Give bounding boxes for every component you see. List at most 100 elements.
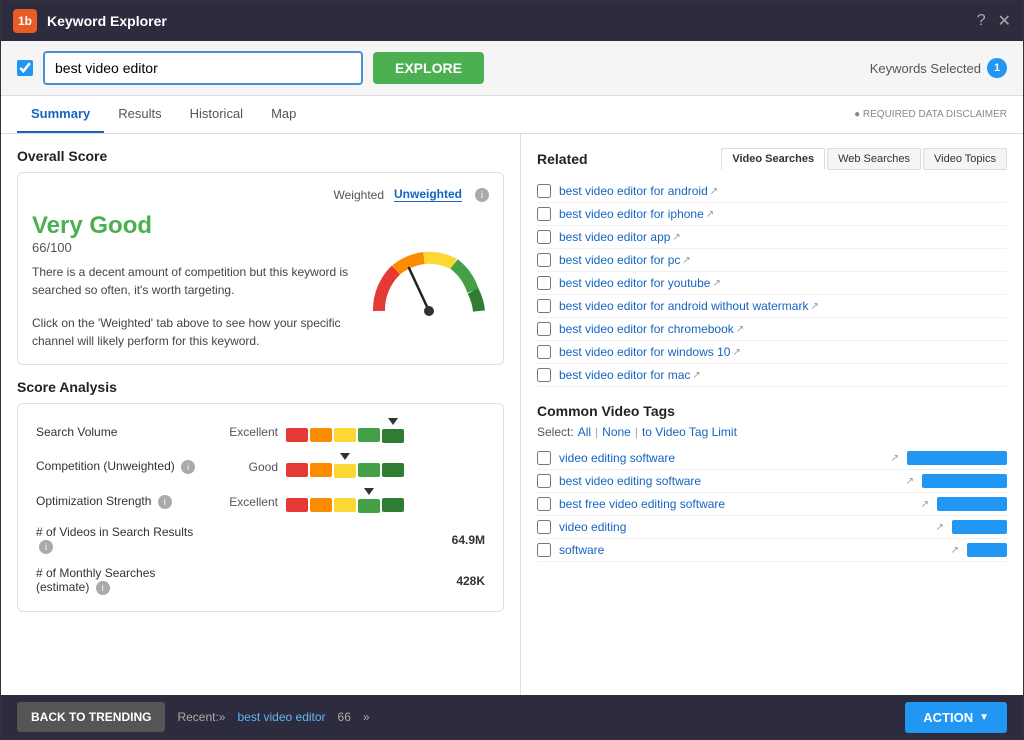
tag-checkbox-1[interactable] (537, 474, 551, 488)
videos-info-icon[interactable]: i (39, 540, 53, 554)
search-bar: EXPLORE Keywords Selected 1 (1, 41, 1023, 96)
recent-arrow: » (363, 710, 370, 724)
list-item: best video editing software ↗ (537, 470, 1007, 493)
related-item-checkbox-4[interactable] (537, 276, 551, 290)
list-item: best video editor for mac ↗ (537, 364, 1007, 387)
list-item: software ↗ (537, 539, 1007, 562)
list-item: video editing software ↗ (537, 447, 1007, 470)
back-to-trending-button[interactable]: BACK TO TRENDING (17, 702, 165, 732)
app-title: Keyword Explorer (47, 13, 977, 29)
main-window: 1b Keyword Explorer ? ✕ EXPLORE Keywords… (0, 0, 1024, 740)
related-item-link-2[interactable]: best video editor app (559, 230, 670, 244)
monthly-stat: 428K (282, 560, 489, 601)
related-item-link-7[interactable]: best video editor for windows 10 (559, 345, 730, 359)
list-item: best video editor for pc ↗ (537, 249, 1007, 272)
search-volume-rating: Excellent (212, 414, 282, 449)
related-item-link-8[interactable]: best video editor for mac (559, 368, 690, 382)
related-header: Related Video Searches Web Searches Vide… (537, 148, 1007, 170)
tag-link-2[interactable]: best free video editing software (559, 497, 919, 511)
tag-link-4[interactable]: software (559, 543, 949, 557)
external-icon: ↗ (921, 499, 929, 510)
related-title: Related (537, 151, 588, 167)
videos-stat: 64.9M (282, 519, 489, 560)
title-bar-actions: ? ✕ (977, 11, 1011, 31)
related-item-checkbox-6[interactable] (537, 322, 551, 336)
action-button[interactable]: ACTION ▼ (905, 702, 1007, 733)
external-icon: ↗ (951, 545, 959, 556)
optimization-info-icon[interactable]: i (158, 495, 172, 509)
score-num: 66/100 (32, 240, 349, 255)
related-item-link-4[interactable]: best video editor for youtube (559, 276, 710, 290)
tag-checkbox-3[interactable] (537, 520, 551, 534)
explore-button[interactable]: EXPLORE (373, 52, 484, 84)
related-item-link-3[interactable]: best video editor for pc (559, 253, 680, 267)
related-item-checkbox-7[interactable] (537, 345, 551, 359)
related-tab-video-topics[interactable]: Video Topics (923, 148, 1007, 170)
related-item-checkbox-5[interactable] (537, 299, 551, 313)
related-tab-web-searches[interactable]: Web Searches (827, 148, 921, 170)
action-arrow-icon: ▼ (979, 712, 989, 723)
competition-bar (282, 449, 489, 484)
related-item-link-1[interactable]: best video editor for iphone (559, 207, 704, 221)
tab-map[interactable]: Map (257, 96, 310, 133)
keywords-count-badge: 1 (987, 58, 1007, 78)
tab-results[interactable]: Results (104, 96, 175, 133)
tag-checkbox-2[interactable] (537, 497, 551, 511)
table-row: Competition (Unweighted) i Good (32, 449, 489, 484)
related-item-link-5[interactable]: best video editor for android without wa… (559, 299, 808, 313)
related-item-checkbox-2[interactable] (537, 230, 551, 244)
related-item-link-0[interactable]: best video editor for android (559, 184, 708, 198)
related-item-checkbox-3[interactable] (537, 253, 551, 267)
help-button[interactable]: ? (977, 11, 986, 31)
tags-select-all[interactable]: All (578, 425, 591, 439)
tag-checkbox-0[interactable] (537, 451, 551, 465)
tags-select-limit[interactable]: to Video Tag Limit (642, 425, 737, 439)
related-item-checkbox-0[interactable] (537, 184, 551, 198)
recent-keyword[interactable]: best video editor (237, 710, 325, 724)
competition-info-icon[interactable]: i (181, 460, 195, 474)
external-icon: ↗ (712, 278, 720, 289)
tags-select-row: Select: All | None | to Video Tag Limit (537, 425, 1007, 439)
related-item-link-6[interactable]: best video editor for chromebook (559, 322, 734, 336)
tags-select-none[interactable]: None (602, 425, 631, 439)
search-checkbox[interactable] (17, 60, 33, 76)
search-input[interactable] (43, 51, 363, 85)
list-item: best video editor for chromebook ↗ (537, 318, 1007, 341)
gauge-svg (369, 246, 489, 316)
analysis-box: Search Volume Excellent (17, 403, 504, 612)
tags-sep-2: | (635, 425, 638, 439)
tag-link-3[interactable]: video editing (559, 520, 934, 534)
related-item-checkbox-8[interactable] (537, 368, 551, 382)
tag-link-1[interactable]: best video editing software (559, 474, 904, 488)
recent-label: Recent:» (177, 710, 225, 724)
app-logo: 1b (13, 9, 37, 33)
search-volume-label: Search Volume (32, 414, 212, 449)
external-icon: ↗ (906, 476, 914, 487)
tags-section: Common Video Tags Select: All | None | t… (537, 403, 1007, 562)
tag-link-0[interactable]: video editing software (559, 451, 889, 465)
external-icon: ↗ (891, 453, 899, 464)
monthly-info-icon[interactable]: i (96, 581, 110, 595)
close-button[interactable]: ✕ (998, 11, 1011, 31)
tab-historical[interactable]: Historical (176, 96, 257, 133)
competition-label: Competition (Unweighted) i (32, 449, 212, 484)
score-analysis-title: Score Analysis (17, 379, 504, 395)
tab-summary[interactable]: Summary (17, 96, 104, 133)
weighted-link[interactable]: Weighted (334, 188, 384, 202)
score-info-icon[interactable]: i (475, 188, 489, 202)
score-gauge (369, 246, 489, 316)
table-row: # of Monthly Searches (estimate) i 428K (32, 560, 489, 601)
related-tab-video-searches[interactable]: Video Searches (721, 148, 825, 170)
keywords-selected-label: Keywords Selected (870, 61, 981, 76)
tag-checkbox-4[interactable] (537, 543, 551, 557)
title-bar: 1b Keyword Explorer ? ✕ (1, 1, 1023, 41)
related-tabs: Video Searches Web Searches Video Topics (721, 148, 1007, 170)
unweighted-link[interactable]: Unweighted (394, 187, 462, 202)
keywords-selected: Keywords Selected 1 (870, 58, 1007, 78)
score-desc1: There is a decent amount of competition … (32, 263, 349, 299)
optimization-label: Optimization Strength i (32, 484, 212, 519)
external-icon: ↗ (810, 301, 818, 312)
optimization-bar (282, 484, 489, 519)
list-item: best video editor for android ↗ (537, 180, 1007, 203)
related-item-checkbox-1[interactable] (537, 207, 551, 221)
